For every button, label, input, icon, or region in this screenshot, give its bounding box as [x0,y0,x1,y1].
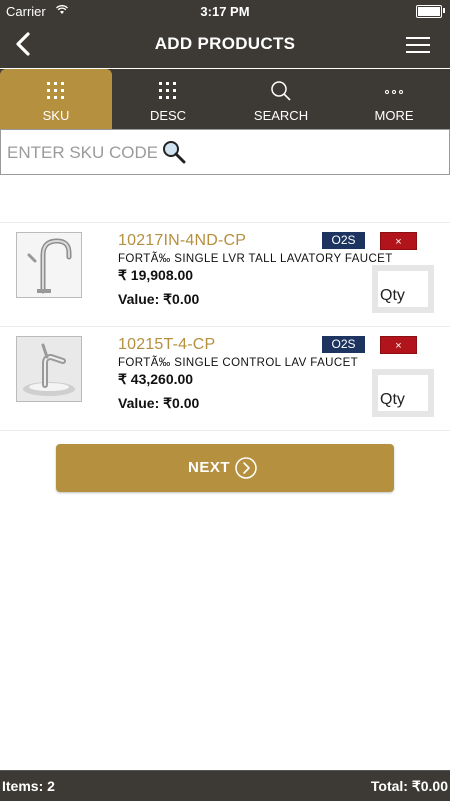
status-badge: O2S [322,232,365,249]
product-value: Value: ₹0.00 [118,291,200,307]
tab-more[interactable]: MORE [338,69,450,129]
quantity-placeholder: Qty [380,391,405,408]
product-list: 10217IN-4ND-CP FORTÃ‰ SINGLE LVR TALL LA… [0,222,450,431]
product-row: 10215T-4-CP FORTÃ‰ SINGLE CONTROL LAV FA… [0,327,450,431]
tab-label: SEARCH [253,108,309,123]
tab-label: MORE [374,108,414,123]
tab-search[interactable]: SEARCH [225,69,337,129]
status-bar: Carrier 3:17 PM [0,0,450,22]
tab-label: DESC [149,108,187,123]
hamburger-menu-icon[interactable] [406,35,430,55]
order-total: Total: ₹0.00 [370,778,448,794]
tab-desc[interactable]: DESC [112,69,224,129]
product-price: ₹ 19,908.00 [118,267,194,283]
sku-code-input[interactable] [5,138,159,168]
faucet-image [16,232,82,298]
clock: 3:17 PM [200,4,250,19]
status-badge: O2S [322,336,365,353]
navigation-bar: ADD PRODUCTS [0,22,450,68]
tab-label: SKU [42,108,70,123]
grid-icon [159,82,176,99]
tab-bar: SKU DESC SEARCH MORE [0,69,450,129]
product-description: FORTÃ‰ SINGLE CONTROL LAV FAUCET [118,357,359,369]
sku-code[interactable]: 10217IN-4ND-CP [118,232,246,250]
product-value: Value: ₹0.00 [118,395,200,411]
magnifier-icon[interactable] [162,140,186,164]
tab-sku[interactable]: SKU [0,69,112,129]
faucet-image [16,336,82,402]
product-description: FORTÃ‰ SINGLE LVR TALL LAVATORY FAUCET [118,253,393,265]
search-icon [271,81,291,101]
battery-icon [416,5,442,18]
chevron-right-circle-icon [235,457,257,479]
sku-search-bar [0,129,450,175]
sku-code[interactable]: 10215T-4-CP [118,336,215,354]
product-price: ₹ 43,260.00 [118,371,194,387]
quantity-placeholder: Qty [380,287,405,304]
next-button[interactable]: NEXT [56,444,394,492]
next-button-label: NEXT [188,459,231,476]
grid-icon [47,82,64,99]
more-icon [385,90,403,94]
product-row: 10217IN-4ND-CP FORTÃ‰ SINGLE LVR TALL LA… [0,222,450,327]
remove-button[interactable]: × [380,336,417,354]
quantity-field[interactable]: Qty [372,369,434,417]
summary-footer: Items: 2 Total: ₹0.00 [0,770,450,801]
battery-tip [443,8,445,13]
items-count: Items: 2 [2,778,55,794]
quantity-field[interactable]: Qty [372,265,434,313]
remove-button[interactable]: × [380,232,417,250]
page-title: ADD PRODUCTS [154,34,296,53]
